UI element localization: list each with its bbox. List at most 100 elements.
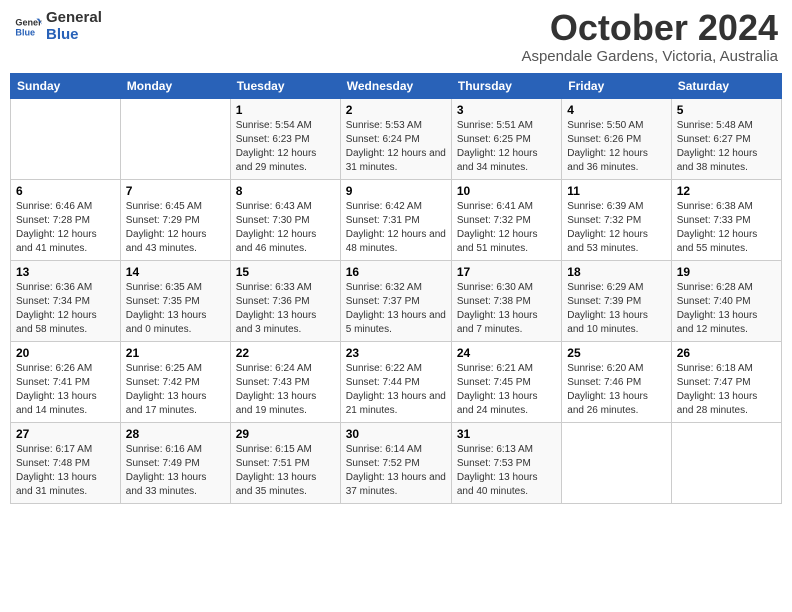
calendar-cell: 19 Sunrise: 6:28 AMSunset: 7:40 PMDayligh… — [671, 261, 781, 342]
calendar-cell: 27 Sunrise: 6:17 AMSunset: 7:48 PMDayligh… — [11, 423, 121, 504]
calendar-cell: 21Sunrise: 6:25 AMSunset: 7:42 PMDayligh… — [120, 342, 230, 423]
calendar-cell: 2Sunrise: 5:53 AMSunset: 6:24 PMDaylight… — [340, 99, 451, 180]
day-info: Sunrise: 6:26 AMSunset: 7:41 PMDaylight:… — [16, 362, 115, 418]
calendar-cell — [562, 423, 671, 504]
calendar-cell: 17 Sunrise: 6:30 AMSunset: 7:38 PMDayligh… — [451, 261, 561, 342]
calendar-cell: 6 Sunrise: 6:46 AMSunset: 7:28 PMDaylight… — [11, 180, 121, 261]
day-info: Sunrise: 6:43 AMSunset: 7:30 PMDaylight:… — [236, 200, 335, 256]
day-number: 20 — [16, 346, 115, 360]
weekday-header: Monday — [120, 74, 230, 99]
day-number: 14 — [126, 265, 225, 279]
day-number: 13 — [16, 265, 115, 279]
day-info: Sunrise: 6:17 AMSunset: 7:48 PMDaylight:… — [16, 443, 115, 499]
day-number: 25 — [567, 346, 665, 360]
day-number: 19 — [677, 265, 776, 279]
calendar-cell: 31 Sunrise: 6:13 AMSunset: 7:53 PMDayligh… — [451, 423, 561, 504]
calendar-body: 1 Sunrise: 5:54 AMSunset: 6:23 PMDaylight… — [11, 99, 782, 504]
day-info: Sunrise: 6:41 AMSunset: 7:32 PMDaylight:… — [457, 200, 556, 256]
calendar-cell: 20 Sunrise: 6:26 AMSunset: 7:41 PMDayligh… — [11, 342, 121, 423]
calendar-cell — [11, 99, 121, 180]
day-info: Sunrise: 6:13 AMSunset: 7:53 PMDaylight:… — [457, 443, 556, 499]
calendar-cell: 24Sunrise: 6:21 AMSunset: 7:45 PMDayligh… — [451, 342, 561, 423]
calendar-cell: 8 Sunrise: 6:43 AMSunset: 7:30 PMDaylight… — [230, 180, 340, 261]
weekday-header: Friday — [562, 74, 671, 99]
calendar-cell: 25Sunrise: 6:20 AMSunset: 7:46 PMDayligh… — [562, 342, 671, 423]
calendar-cell — [671, 423, 781, 504]
month-title: October 2024 — [521, 10, 778, 46]
calendar-cell: 5Sunrise: 5:48 AMSunset: 6:27 PMDaylight… — [671, 99, 781, 180]
day-number: 3 — [457, 103, 556, 117]
day-info: Sunrise: 6:46 AMSunset: 7:28 PMDaylight:… — [16, 200, 115, 256]
calendar-week-row: 27 Sunrise: 6:17 AMSunset: 7:48 PMDayligh… — [11, 423, 782, 504]
weekday-header: Sunday — [11, 74, 121, 99]
day-info: Sunrise: 6:24 AMSunset: 7:43 PMDaylight:… — [236, 362, 335, 418]
day-number: 9 — [346, 184, 446, 198]
calendar-table: SundayMondayTuesdayWednesdayThursdayFrid… — [10, 73, 782, 504]
calendar-cell: 22 Sunrise: 6:24 AMSunset: 7:43 PMDayligh… — [230, 342, 340, 423]
calendar-cell: 4Sunrise: 5:50 AMSunset: 6:26 PMDaylight… — [562, 99, 671, 180]
calendar-cell: 28Sunrise: 6:16 AMSunset: 7:49 PMDayligh… — [120, 423, 230, 504]
location-text: Aspendale Gardens, Victoria, Australia — [521, 48, 778, 65]
day-number: 7 — [126, 184, 225, 198]
calendar-cell: 15 Sunrise: 6:33 AMSunset: 7:36 PMDayligh… — [230, 261, 340, 342]
day-number: 29 — [236, 427, 335, 441]
calendar-header: SundayMondayTuesdayWednesdayThursdayFrid… — [11, 74, 782, 99]
day-number: 11 — [567, 184, 665, 198]
day-number: 4 — [567, 103, 665, 117]
day-info: Sunrise: 6:25 AMSunset: 7:42 PMDaylight:… — [126, 362, 225, 418]
calendar-week-row: 20 Sunrise: 6:26 AMSunset: 7:41 PMDayligh… — [11, 342, 782, 423]
svg-text:Blue: Blue — [15, 27, 35, 37]
day-info: Sunrise: 5:51 AMSunset: 6:25 PMDaylight:… — [457, 119, 556, 175]
calendar-cell: 13 Sunrise: 6:36 AMSunset: 7:34 PMDayligh… — [11, 261, 121, 342]
calendar-cell: 18 Sunrise: 6:29 AMSunset: 7:39 PMDayligh… — [562, 261, 671, 342]
day-info: Sunrise: 6:14 AMSunset: 7:52 PMDaylight:… — [346, 443, 446, 499]
day-info: Sunrise: 6:15 AMSunset: 7:51 PMDaylight:… — [236, 443, 335, 499]
day-number: 18 — [567, 265, 665, 279]
day-info: Sunrise: 6:16 AMSunset: 7:49 PMDaylight:… — [126, 443, 225, 499]
day-info: Sunrise: 5:53 AMSunset: 6:24 PMDaylight:… — [346, 119, 446, 175]
calendar-cell: 12Sunrise: 6:38 AMSunset: 7:33 PMDayligh… — [671, 180, 781, 261]
day-info: Sunrise: 5:54 AMSunset: 6:23 PMDaylight:… — [236, 119, 335, 175]
calendar-cell: 26Sunrise: 6:18 AMSunset: 7:47 PMDayligh… — [671, 342, 781, 423]
logo-text: General Blue — [46, 10, 102, 43]
day-number: 10 — [457, 184, 556, 198]
day-number: 17 — [457, 265, 556, 279]
day-info: Sunrise: 6:36 AMSunset: 7:34 PMDaylight:… — [16, 281, 115, 337]
day-number: 23 — [346, 346, 446, 360]
day-info: Sunrise: 6:45 AMSunset: 7:29 PMDaylight:… — [126, 200, 225, 256]
calendar-cell: 10 Sunrise: 6:41 AMSunset: 7:32 PMDayligh… — [451, 180, 561, 261]
day-info: Sunrise: 6:22 AMSunset: 7:44 PMDaylight:… — [346, 362, 446, 418]
day-info: Sunrise: 6:29 AMSunset: 7:39 PMDaylight:… — [567, 281, 665, 337]
day-info: Sunrise: 6:32 AMSunset: 7:37 PMDaylight:… — [346, 281, 446, 337]
calendar-week-row: 6 Sunrise: 6:46 AMSunset: 7:28 PMDaylight… — [11, 180, 782, 261]
calendar-cell: 16Sunrise: 6:32 AMSunset: 7:37 PMDayligh… — [340, 261, 451, 342]
day-info: Sunrise: 6:30 AMSunset: 7:38 PMDaylight:… — [457, 281, 556, 337]
day-number: 22 — [236, 346, 335, 360]
logo-icon: General Blue — [14, 13, 42, 41]
day-number: 27 — [16, 427, 115, 441]
calendar-cell: 23 Sunrise: 6:22 AMSunset: 7:44 PMDayligh… — [340, 342, 451, 423]
calendar-week-row: 1 Sunrise: 5:54 AMSunset: 6:23 PMDaylight… — [11, 99, 782, 180]
weekday-row: SundayMondayTuesdayWednesdayThursdayFrid… — [11, 74, 782, 99]
weekday-header: Thursday — [451, 74, 561, 99]
day-info: Sunrise: 6:28 AMSunset: 7:40 PMDaylight:… — [677, 281, 776, 337]
logo-line1: General — [46, 10, 102, 27]
day-info: Sunrise: 6:39 AMSunset: 7:32 PMDaylight:… — [567, 200, 665, 256]
calendar-cell: 30Sunrise: 6:14 AMSunset: 7:52 PMDayligh… — [340, 423, 451, 504]
day-number: 31 — [457, 427, 556, 441]
page-header: General Blue General Blue October 2024 A… — [10, 10, 782, 65]
weekday-header: Tuesday — [230, 74, 340, 99]
day-info: Sunrise: 6:33 AMSunset: 7:36 PMDaylight:… — [236, 281, 335, 337]
day-number: 8 — [236, 184, 335, 198]
day-info: Sunrise: 6:35 AMSunset: 7:35 PMDaylight:… — [126, 281, 225, 337]
day-number: 6 — [16, 184, 115, 198]
calendar-cell: 3 Sunrise: 5:51 AMSunset: 6:25 PMDaylight… — [451, 99, 561, 180]
day-number: 5 — [677, 103, 776, 117]
day-number: 15 — [236, 265, 335, 279]
day-info: Sunrise: 6:38 AMSunset: 7:33 PMDaylight:… — [677, 200, 776, 256]
title-section: October 2024 Aspendale Gardens, Victoria… — [521, 10, 778, 65]
weekday-header: Saturday — [671, 74, 781, 99]
calendar-cell: 1 Sunrise: 5:54 AMSunset: 6:23 PMDaylight… — [230, 99, 340, 180]
day-number: 1 — [236, 103, 335, 117]
calendar-cell: 7 Sunrise: 6:45 AMSunset: 7:29 PMDaylight… — [120, 180, 230, 261]
